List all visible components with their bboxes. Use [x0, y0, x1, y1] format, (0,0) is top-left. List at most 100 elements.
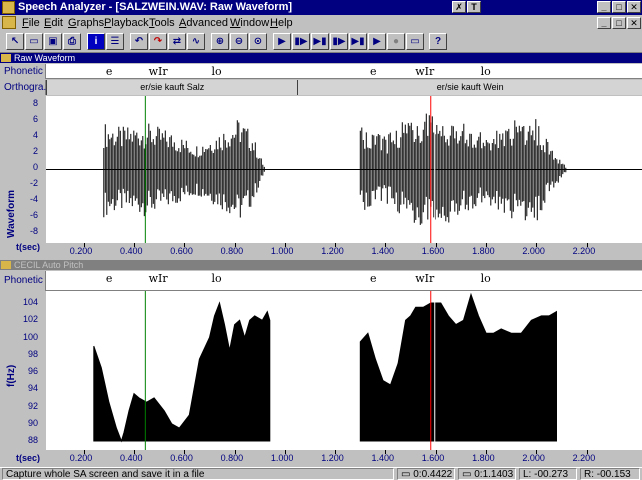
zoom-in-icon[interactable]: ⊕: [211, 33, 229, 50]
open-icon[interactable]: ▭: [25, 33, 43, 50]
pitch-chart[interactable]: [46, 291, 642, 450]
x-tick-label: 0.800: [220, 246, 244, 256]
orthographic-row[interactable]: er/sie kauft Salz er/sie kauft Wein: [46, 80, 642, 95]
waveform-pane-title[interactable]: Raw Waveform: [0, 53, 642, 63]
menu-advanced[interactable]: Advanced: [178, 16, 229, 30]
phonetic-mark: lo: [480, 272, 491, 285]
document-icon[interactable]: [2, 16, 16, 29]
status-bar: Capture whole SA screen and save it in a…: [0, 467, 642, 480]
y-tick-label: 90: [27, 417, 38, 428]
phonetic-row[interactable]: e wIr lo e wIr lo: [46, 271, 642, 291]
pitch-pane-title[interactable]: CECIL Auto Pitch: [0, 260, 642, 270]
menu-graphs[interactable]: Graphs: [67, 16, 105, 30]
help-icon[interactable]: ?: [429, 33, 447, 50]
toolbar: ↖ ▭ ▣ ⎙ i ☰ ↶ ↷ ⇄ ∿ ⊕ ⊖ ⊙ ▶ ▮▶ ▶▮ ▮▶ ▶▮ …: [0, 31, 642, 53]
menu-edit[interactable]: Edit: [43, 16, 64, 30]
y-tick-label: 6: [32, 114, 38, 124]
waveform-chart[interactable]: [46, 96, 642, 243]
record-icon[interactable]: ▶: [368, 33, 386, 50]
orthographic-segment: er/sie kauft Salz: [46, 80, 298, 95]
waveform-axis: Waveform 8 6 4 2 0 -2 -4 -6 -8 t(sec): [0, 96, 46, 258]
pitch-pane[interactable]: CECIL Auto Pitch Phonetic e wIr lo e wIr lo f…: [0, 260, 642, 467]
y-tick-label: 0: [32, 162, 38, 172]
menu-window[interactable]: Window: [229, 16, 270, 30]
waveform-plot[interactable]: [46, 96, 642, 243]
menu-file[interactable]: File: [21, 16, 41, 30]
cursor-icon[interactable]: ⇄: [168, 33, 186, 50]
status-start-time: ▭ 0:0.4422: [397, 468, 455, 480]
stop-icon[interactable]: ●: [387, 33, 405, 50]
stop-play-icon[interactable]: ▭: [406, 33, 424, 50]
app-icon[interactable]: [2, 1, 15, 14]
save-icon[interactable]: ▣: [44, 33, 62, 50]
tool-t-button[interactable]: T: [467, 1, 481, 13]
x-tick-label: 2.000: [522, 453, 545, 463]
x-tick-label: 0.400: [120, 453, 143, 463]
phonetic-mark: lo: [480, 65, 491, 78]
pitch-xlabel: t(sec): [16, 453, 41, 463]
y-tick-label: -2: [29, 178, 38, 188]
play-cursor-icon[interactable]: ▮▶: [330, 33, 348, 50]
zoom-out-icon[interactable]: ⊖: [230, 33, 248, 50]
title-bar[interactable]: Speech Analyzer - [SALZWEIN.WAV: Raw Wav…: [0, 0, 642, 15]
phonetic-mark: lo: [211, 272, 222, 285]
y-tick-label: -4: [29, 194, 38, 204]
x-tick-label: 1.200: [321, 246, 344, 256]
phonetic-mark: e: [369, 272, 377, 285]
play-icon[interactable]: ▶: [273, 33, 291, 50]
status-start-icon: ▭: [401, 469, 411, 480]
pitch-contour: [359, 292, 557, 442]
x-tick-label: 0.600: [170, 453, 193, 463]
pane-icon: [1, 54, 11, 62]
pitch-plot[interactable]: [46, 291, 642, 450]
waveform-xlabel: t(sec): [16, 242, 41, 252]
phonetic-mark: lo: [211, 65, 222, 78]
y-tick-label: 102: [22, 314, 38, 325]
window-title: Speech Analyzer - [SALZWEIN.WAV: Raw Wav…: [18, 1, 293, 13]
maximize-button[interactable]: □: [612, 1, 626, 13]
x-tick-label: 0.200: [69, 246, 93, 256]
menu-help[interactable]: Help: [269, 16, 294, 30]
play-end-icon[interactable]: ▶▮: [349, 33, 367, 50]
orthographic-label: Orthogra.: [0, 80, 46, 95]
play-window-icon[interactable]: ▶▮: [311, 33, 329, 50]
waveform-pane[interactable]: Raw Waveform Phonetic e wIr lo e wIr lo Ortho…: [0, 53, 642, 258]
redo-icon[interactable]: ↷: [149, 33, 167, 50]
x-tick-label: 1.800: [472, 246, 495, 256]
close-button[interactable]: ✕: [627, 1, 641, 13]
pitch-axis: f(Hz) 104 102 100 98 96 94 92 90 88 t(sec): [0, 291, 46, 467]
mdi-minimize-button[interactable]: _: [597, 17, 611, 29]
mdi-close-button[interactable]: ✕: [627, 17, 641, 29]
y-tick-label: 4: [32, 130, 38, 140]
y-tick-label: -6: [29, 210, 38, 220]
x-tick-label: 2.200: [572, 246, 596, 256]
menu-playback[interactable]: Playback: [103, 16, 150, 30]
x-tick-label: 1.600: [421, 246, 445, 256]
mdi-maximize-button[interactable]: □: [612, 17, 626, 29]
status-right-value: R: -00.153: [580, 468, 640, 480]
x-tick-label: 2.200: [572, 453, 596, 463]
y-tick-label: 96: [27, 366, 38, 376]
arrow-icon[interactable]: ↖: [6, 33, 24, 50]
layout-icon[interactable]: ☰: [106, 33, 124, 50]
menu-tools[interactable]: Tools: [148, 16, 176, 30]
phonetic-row[interactable]: e wIr lo e wIr lo: [46, 64, 642, 79]
x-tick-label: 0.400: [120, 246, 143, 256]
waveform-segment: [103, 120, 265, 218]
play-segment-icon[interactable]: ▮▶: [292, 33, 310, 50]
close-x-button[interactable]: ✗: [452, 1, 466, 13]
y-tick-label: 94: [27, 383, 38, 394]
minimize-button[interactable]: _: [597, 1, 611, 13]
zoom-all-icon[interactable]: ⊙: [249, 33, 267, 50]
print-icon[interactable]: ⎙: [63, 33, 81, 50]
x-tick-label: 0.200: [69, 453, 93, 463]
waveform-xaxis: 0.200 0.400 0.600 0.800 1.000 1.200 1.400 1.600…: [46, 243, 642, 258]
x-tick-label: 1.400: [371, 453, 395, 463]
y-tick-label: 8: [32, 98, 38, 108]
x-tick-label: 1.000: [270, 453, 294, 463]
y-tick-label: 88: [27, 435, 38, 445]
y-tick-label: 100: [22, 331, 38, 342]
undo-icon[interactable]: ↶: [130, 33, 148, 50]
info-icon[interactable]: i: [87, 33, 105, 50]
waveform-icon[interactable]: ∿: [187, 33, 205, 50]
